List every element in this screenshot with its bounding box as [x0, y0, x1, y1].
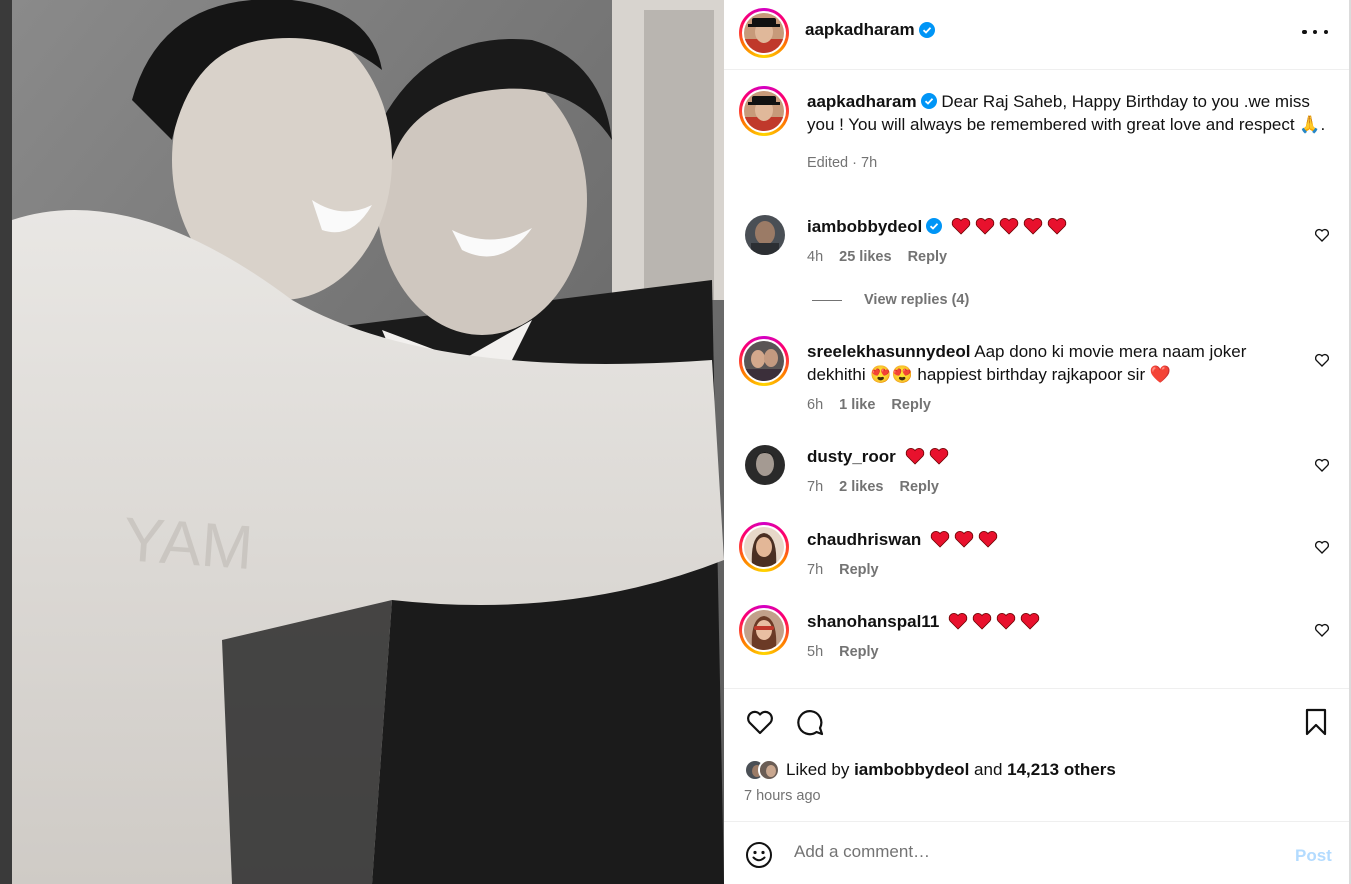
likes-mid: and: [974, 760, 1003, 779]
add-comment-bar: Post: [724, 821, 1349, 884]
comment-meta: 7h Reply: [807, 562, 879, 578]
post-side-panel: aapkadharam aapkadharam Dear Raj Saheb, …: [724, 0, 1349, 884]
comment-likes[interactable]: 25 likes: [839, 249, 891, 265]
reply-button[interactable]: Reply: [891, 397, 931, 413]
comment-body: dusty_roor: [807, 445, 1287, 468]
comment-body: iambobbydeol: [807, 215, 1287, 238]
bookmark-icon[interactable]: [1301, 707, 1331, 737]
svg-text:YAM: YAM: [121, 505, 255, 583]
reply-button[interactable]: Reply: [908, 249, 948, 265]
comment-emoji: [948, 612, 1040, 630]
likes-summary[interactable]: Liked by iambobbydeol and 14,213 others: [744, 759, 1116, 781]
post-actions: Liked by iambobbydeol and 14,213 others …: [724, 688, 1349, 821]
caption-username[interactable]: aapkadharam: [807, 92, 917, 111]
comment-emoji: [905, 447, 949, 465]
post-timestamp: 7 hours ago: [744, 788, 821, 804]
verified-badge-icon: [918, 22, 935, 38]
comment-likes[interactable]: 2 likes: [839, 479, 883, 495]
post-header: aapkadharam: [724, 0, 1349, 70]
comment-avatar[interactable]: [745, 445, 785, 485]
comment-input[interactable]: [794, 842, 1264, 862]
verified-badge-icon: [920, 93, 937, 109]
post-image[interactable]: YAM: [12, 0, 724, 884]
caption-meta: Edited · 7h: [807, 155, 878, 171]
comment-username[interactable]: sreelekhasunnydeol: [807, 342, 970, 361]
comment-likes[interactable]: 1 like: [839, 397, 875, 413]
comment-body: sreelekhasunnydeol Aap dono ki movie mer…: [807, 340, 1287, 386]
likes-prefix: Liked by: [786, 760, 850, 779]
view-replies-button[interactable]: View replies (4): [812, 292, 969, 308]
author-username[interactable]: aapkadharam: [805, 20, 915, 40]
comment-avatar[interactable]: [739, 522, 789, 572]
heart-icon[interactable]: [745, 707, 775, 737]
comment-username[interactable]: dusty_roor: [807, 447, 896, 466]
comment-time: 6h: [807, 397, 824, 413]
liker-avatar: [758, 759, 780, 781]
comment-emoji: [951, 217, 1067, 235]
comment-bubble-icon[interactable]: [795, 707, 825, 737]
window-edge: [0, 0, 12, 884]
comment-time: 7h: [807, 562, 824, 578]
comment-like-heart-icon[interactable]: [1314, 457, 1330, 473]
comment-time: 7h: [807, 479, 824, 495]
post-button[interactable]: Post: [1295, 846, 1332, 866]
comment-body: shanohanspal11: [807, 610, 1287, 633]
comment-body: chaudhriswan: [807, 528, 1287, 551]
view-replies-label: View replies (4): [864, 292, 970, 308]
likes-others[interactable]: 14,213 others: [1007, 760, 1116, 780]
comment-meta: 5h Reply: [807, 644, 879, 660]
verified-badge-icon: [926, 218, 943, 234]
comment-time: 5h: [807, 644, 824, 660]
comment-like-heart-icon[interactable]: [1314, 622, 1330, 638]
replies-divider: [812, 299, 842, 301]
comment-username[interactable]: iambobbydeol: [807, 217, 922, 236]
comment-like-heart-icon[interactable]: [1314, 352, 1330, 368]
likes-user[interactable]: iambobbydeol: [854, 760, 969, 780]
comment-meta: 4h 25 likes Reply: [807, 249, 947, 265]
comment-avatar[interactable]: [739, 605, 789, 655]
comment-username[interactable]: shanohanspal11: [807, 612, 939, 631]
post-photo-illustration: YAM: [12, 0, 724, 884]
more-options-icon[interactable]: [1302, 22, 1328, 42]
post-caption: aapkadharam Dear Raj Saheb, Happy Birthd…: [807, 90, 1327, 175]
caption-author-avatar[interactable]: [739, 86, 789, 136]
comment-avatar[interactable]: [745, 215, 785, 255]
comment-username[interactable]: chaudhriswan: [807, 530, 921, 549]
comment-meta: 6h 1 like Reply: [807, 397, 931, 413]
comment-meta: 7h 2 likes Reply: [807, 479, 939, 495]
reply-button[interactable]: Reply: [839, 644, 879, 660]
author-avatar[interactable]: [739, 8, 789, 58]
smiley-icon[interactable]: [745, 841, 773, 869]
comment-like-heart-icon[interactable]: [1314, 539, 1330, 555]
reply-button[interactable]: Reply: [899, 479, 939, 495]
comment-time: 4h: [807, 249, 824, 265]
reply-button[interactable]: Reply: [839, 562, 879, 578]
comment-avatar[interactable]: [739, 336, 789, 386]
comment-emoji: [930, 530, 998, 548]
comment-like-heart-icon[interactable]: [1314, 227, 1330, 243]
author-name-row: aapkadharam: [805, 20, 935, 40]
